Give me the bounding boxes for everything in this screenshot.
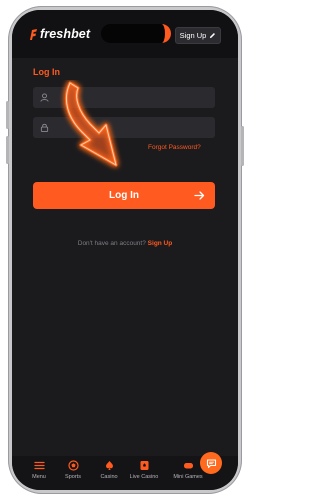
dynamic-island bbox=[101, 24, 171, 43]
logo-mark-icon bbox=[30, 28, 37, 40]
pencil-icon bbox=[210, 33, 216, 39]
nav-label: Mini Games bbox=[173, 474, 203, 480]
menu-icon bbox=[33, 461, 45, 470]
app-screen: freshbet Sign Up Log In Forgot Password?… bbox=[12, 10, 238, 490]
no-account-text: Don't have an account? bbox=[77, 240, 146, 247]
forgot-password-link[interactable]: Forgot Password? bbox=[148, 144, 201, 151]
nav-item-menu[interactable]: Menu bbox=[21, 460, 57, 480]
live-casino-icon bbox=[140, 461, 148, 470]
nav-item-sports[interactable]: Sports bbox=[55, 460, 91, 480]
signup-link[interactable]: Sign Up bbox=[148, 240, 173, 247]
username-field[interactable] bbox=[33, 87, 215, 110]
power-button bbox=[241, 126, 244, 166]
nav-label: Live Casino bbox=[129, 474, 159, 480]
app-header: freshbet Sign Up bbox=[12, 10, 238, 58]
page-title: Log In bbox=[33, 67, 60, 77]
user-icon bbox=[40, 93, 49, 102]
chat-button[interactable] bbox=[200, 452, 222, 474]
nav-item-live-casino[interactable]: Live Casino bbox=[126, 460, 162, 480]
login-button[interactable]: Log In bbox=[33, 182, 215, 209]
signup-prompt: Don't have an account? Sign Up bbox=[12, 240, 238, 247]
nav-label: Menu bbox=[32, 474, 46, 480]
username-input[interactable] bbox=[55, 87, 209, 110]
nav-label: Sports bbox=[65, 474, 81, 480]
nav-label: Casino bbox=[100, 474, 118, 480]
nav-item-casino[interactable]: Casino bbox=[91, 460, 127, 480]
logo-text: freshbet bbox=[40, 27, 91, 41]
freshbet-logo[interactable]: freshbet bbox=[29, 27, 90, 41]
password-field[interactable] bbox=[33, 117, 215, 140]
sports-icon bbox=[67, 460, 79, 471]
casino-icon bbox=[105, 461, 113, 470]
lock-icon bbox=[40, 123, 49, 132]
volume-button bbox=[6, 101, 9, 129]
password-input[interactable] bbox=[55, 117, 209, 140]
mini-games-icon bbox=[183, 463, 193, 469]
header-signup-button[interactable]: Sign Up bbox=[175, 27, 221, 44]
signup-label: Sign Up bbox=[179, 31, 207, 40]
volume-button bbox=[6, 136, 9, 164]
login-button-label: Log In bbox=[109, 190, 139, 201]
chat-icon bbox=[206, 458, 216, 468]
arrow-right-icon bbox=[194, 191, 205, 200]
